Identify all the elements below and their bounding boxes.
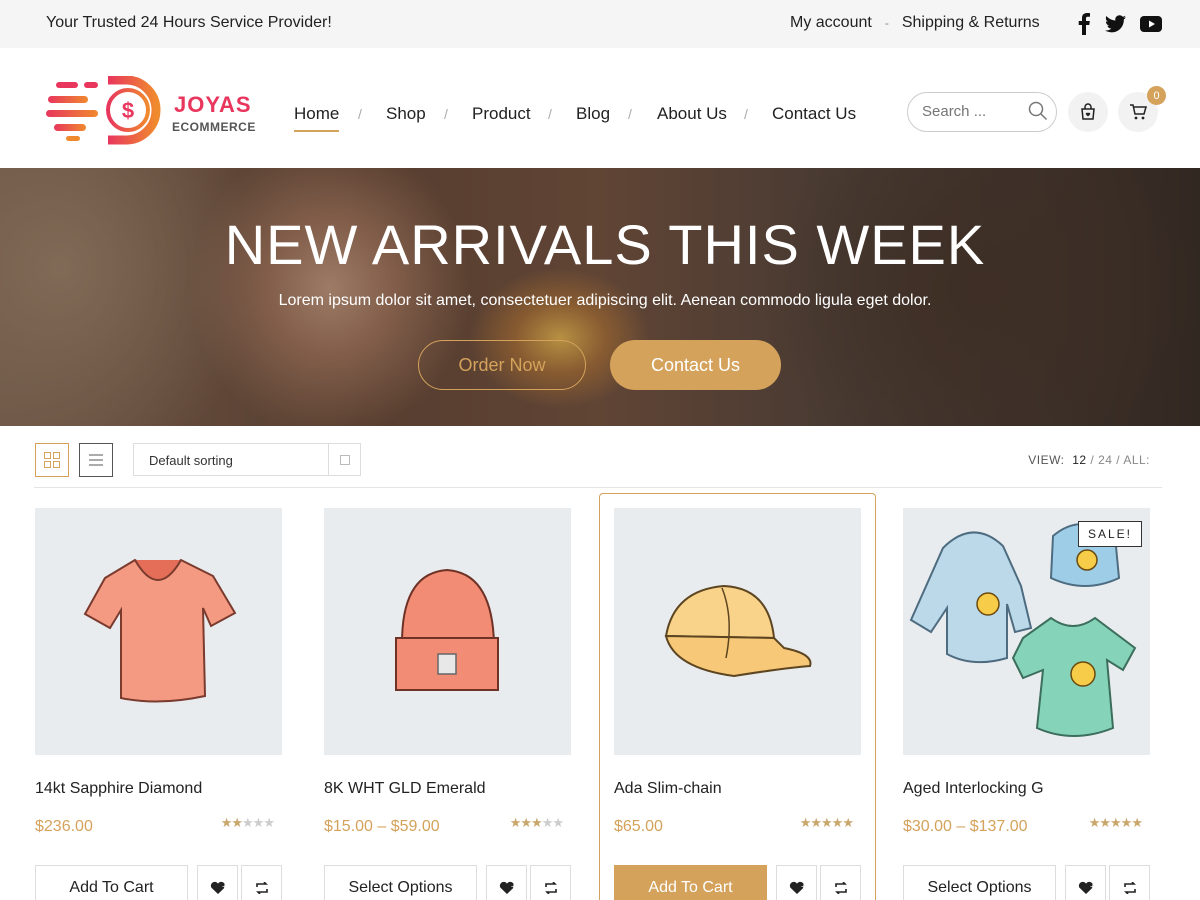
nav-home[interactable]: Home [294,104,340,132]
wishlist-heart-icon[interactable]: + [486,865,527,900]
nav-separator: / [548,106,552,122]
logo[interactable]: $ JOYAS ECOMMERCE [46,75,256,146]
nav-product[interactable]: Product [472,104,531,124]
nav-separator: / [358,106,362,122]
list-view-button[interactable] [79,443,113,477]
product-price: $65.00 [614,818,663,835]
sale-badge: SALE! [1077,521,1142,547]
view-option-24[interactable]: 24 [1098,453,1112,467]
nav-blog[interactable]: Blog [576,104,610,124]
wishlist-heart-icon[interactable]: + [1065,865,1106,900]
logo-mark-icon: $ [46,75,161,145]
compare-icon[interactable] [1109,865,1150,900]
product-price: $30.00 – $137.00 [903,818,1028,835]
product-price: $236.00 [35,818,93,835]
product-price: $15.00 – $59.00 [324,818,440,835]
wishlist-heart-icon[interactable]: + [197,865,238,900]
search-icon[interactable] [1028,101,1048,126]
hero-title: NEW ARRIVALS THIS WEEK [224,213,986,276]
search-input[interactable] [922,103,1022,120]
compare-icon[interactable] [241,865,282,900]
site-header: $ JOYAS ECOMMERCE Home / Shop / Product … [0,48,1200,168]
tshirt-illustration [83,558,237,703]
nav-contact-us[interactable]: Contact Us [772,104,856,124]
view-count: VIEW: 12 / 24 / ALL: [1028,453,1150,467]
svg-text:+: + [1090,882,1094,891]
top-bar: Your Trusted 24 Hours Service Provider! … [0,0,1200,48]
beanie-illustration [395,568,499,691]
sorting-dropdown-toggle[interactable] [328,443,361,476]
compare-icon[interactable] [820,865,861,900]
nav-shop[interactable]: Shop [386,104,426,124]
nav-about-us[interactable]: About Us [657,104,727,124]
product-name[interactable]: Ada Slim-chain [614,780,722,798]
product-rating: ★★★★★ [1088,815,1143,830]
bag-heart-icon [1081,103,1095,120]
youtube-icon[interactable] [1140,13,1162,35]
view-separator: / [1116,453,1121,467]
sorting-select[interactable]: Default sorting [133,443,361,476]
product-name[interactable]: 8K WHT GLD Emerald [324,780,486,798]
nav-separator: / [444,106,448,122]
wishlist-heart-icon[interactable]: + [776,865,817,900]
dropdown-icon [339,454,350,465]
list-icon [89,454,103,466]
select-options-button[interactable]: Select Options [324,865,477,900]
hero-subtitle: Lorem ipsum dolor sit amet, consectetuer… [278,292,932,309]
cap-illustration [664,584,812,678]
order-now-button[interactable]: Order Now [418,340,586,390]
svg-text:+: + [222,882,226,891]
select-options-button[interactable]: Select Options [903,865,1056,900]
compare-icon[interactable] [530,865,571,900]
svg-text:+: + [511,882,515,891]
hero-contact-us-button[interactable]: Contact Us [610,340,781,390]
my-account-link[interactable]: My account [790,14,872,32]
product-rating: ★★★★★ [220,815,275,830]
cart-icon [1130,104,1147,120]
view-label: VIEW: [1028,453,1065,467]
cart-count-badge: 0 [1147,86,1166,105]
tagline: Your Trusted 24 Hours Service Provider! [46,14,332,31]
search-box[interactable] [907,92,1057,132]
top-links: My account - Shipping & Returns [790,14,1040,32]
hero-banner: NEW ARRIVALS THIS WEEK Lorem ipsum dolor… [0,168,1200,426]
product-rating: ★★★★★ [509,815,564,830]
add-to-cart-button[interactable]: Add To Cart [614,865,767,900]
twitter-icon[interactable] [1104,13,1126,35]
product-name[interactable]: Aged Interlocking G [903,780,1044,798]
logo-text-primary: JOYAS [174,92,252,117]
nav-separator: / [744,106,748,122]
product-rating: ★★★★★ [799,815,854,830]
product-image[interactable] [35,508,282,755]
product-name[interactable]: 14kt Sapphire Diamond [35,780,202,798]
svg-text:+: + [801,882,805,891]
svg-text:$: $ [122,98,134,123]
top-link-separator: - [884,16,889,30]
view-option-all[interactable]: ALL: [1123,453,1150,467]
wishlist-button[interactable] [1068,92,1108,132]
product-image[interactable] [324,508,571,755]
logo-text-secondary: ECOMMERCE [172,120,256,134]
add-to-cart-button[interactable]: Add To Cart [35,865,188,900]
view-separator: / [1090,453,1095,467]
nav-separator: / [628,106,632,122]
view-option-12[interactable]: 12 [1072,453,1086,467]
product-image[interactable] [614,508,861,755]
grid-icon [44,452,60,468]
facebook-icon[interactable] [1073,13,1095,35]
grid-view-button[interactable] [35,443,69,477]
shipping-returns-link[interactable]: Shipping & Returns [902,14,1040,32]
shop-toolbar: Default sorting VIEW: 12 / 24 / ALL: [34,428,1162,488]
